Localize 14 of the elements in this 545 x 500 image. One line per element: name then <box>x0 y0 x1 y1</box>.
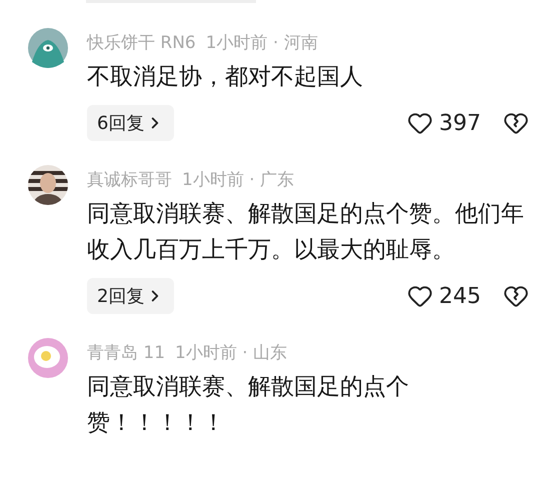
like-button[interactable]: 397 <box>407 106 481 140</box>
timestamp: 1小时前 · 山东 <box>175 342 288 365</box>
replies-button[interactable]: 2回复 <box>87 278 174 314</box>
comment-text: 同意取消联赛、解散国足的点个 <box>87 373 410 402</box>
avatar-icon <box>28 165 68 205</box>
avatar-icon <box>28 28 68 68</box>
timestamp: 1小时前 · 广东 <box>182 169 294 192</box>
timestamp: 1小时前 · 河南 <box>206 32 318 55</box>
avatar-icon <box>28 338 68 378</box>
comment-text: 赞！！！！！ <box>87 409 226 438</box>
replies-button[interactable]: 6回复 <box>87 105 174 141</box>
comment-text: 同意取消联赛、解散国足的点个赞。他们年收入几百万上千万。以最大的耻辱。 <box>87 200 525 265</box>
like-button[interactable]: 245 <box>407 280 481 312</box>
comment-text: 不取消足协，都对不起国人 <box>87 63 364 92</box>
